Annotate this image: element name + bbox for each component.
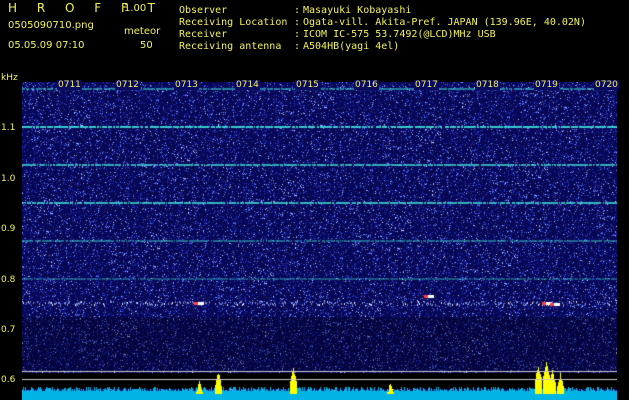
antenna-value: A504HB(yagi 4el): [303, 41, 400, 52]
time-label-0717: 0717: [414, 80, 439, 90]
app-version: 1.00: [124, 3, 147, 14]
location-separator: :: [294, 17, 301, 28]
time-label-0719: 0719: [534, 80, 559, 90]
freq-label-0-8: 0.8: [1, 275, 16, 285]
observer-value: Masayuki Kobayashi: [303, 5, 412, 16]
time-label-0714: 0714: [235, 80, 260, 90]
observer-label: Observer: [179, 5, 228, 16]
time-label-0716: 0716: [354, 80, 379, 90]
antenna-label: Receiving antenna: [179, 41, 282, 52]
freq-label-0-7: 0.7: [1, 325, 16, 335]
spectrogram-canvas: [22, 82, 617, 400]
frequency-unit-label: kHz: [1, 73, 18, 83]
freq-label-1-1: 1.1: [1, 123, 16, 133]
freq-label-0-6: 0.6: [1, 375, 16, 385]
observer-separator: :: [294, 5, 301, 16]
time-label-0712: 0712: [115, 80, 140, 90]
spectrogram-right-margin: [617, 82, 629, 400]
location-value: Ogata-vill. Akita-Pref. JAPAN (139.96E, …: [303, 17, 586, 28]
spectrogram: [22, 82, 617, 400]
time-label-0720: 0720: [594, 80, 619, 90]
time-label-0713: 0713: [174, 80, 199, 90]
receiver-separator: :: [294, 29, 301, 40]
antenna-separator: :: [294, 41, 301, 52]
hrofft-window: H R O F F T 1.00 0505090710.png meteor 0…: [0, 0, 629, 400]
receiver-label: Receiver: [179, 29, 228, 40]
location-label: Receiving Location: [179, 17, 288, 28]
time-label-0718: 0718: [475, 80, 500, 90]
time-label-0711: 0711: [57, 80, 82, 90]
freq-label-1-0: 1.0: [1, 174, 16, 184]
receiver-value: ICOM IC-575 53.7492(@LCD)MHz USB: [303, 29, 496, 40]
observation-datetime: 05.05.09 07:10: [8, 40, 85, 51]
mode-label: meteor: [124, 26, 161, 37]
time-label-0715: 0715: [295, 80, 320, 90]
file-name: 0505090710.png: [8, 20, 94, 31]
meteor-count: 50: [140, 40, 153, 51]
freq-label-0-9: 0.9: [1, 224, 16, 234]
